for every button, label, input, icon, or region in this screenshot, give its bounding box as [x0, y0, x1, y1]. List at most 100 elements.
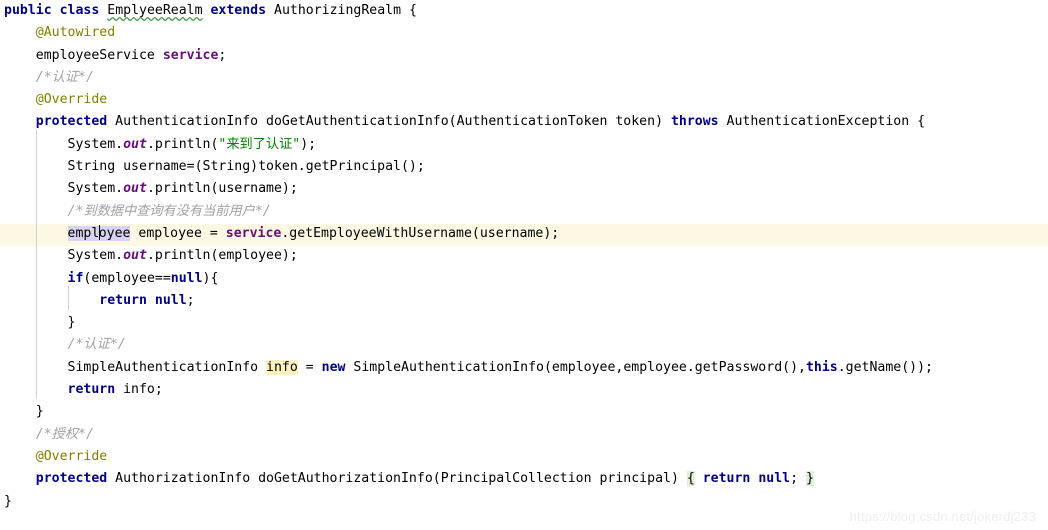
code-line[interactable]: @Override [0, 446, 1048, 468]
code-line[interactable]: return info; [0, 379, 1048, 401]
code-line[interactable]: System.out.println(employee); [0, 245, 1048, 267]
code-line[interactable]: if(employee==null){ [0, 268, 1048, 290]
code-line[interactable]: /*到数据中查询有没有当前用户*/ [0, 201, 1048, 223]
token-plain: ){ [202, 270, 219, 286]
code-line[interactable]: @Autowired [0, 22, 1048, 44]
token-plain: AuthenticationInfo doGetAuthenticationIn… [107, 114, 671, 130]
token-plain: AuthenticationException { [718, 114, 926, 130]
token-brace: } [806, 471, 814, 487]
token-kw: extends [210, 3, 267, 18]
token-kw: class [59, 3, 100, 18]
code-content[interactable]: public class EmplyeeRealm extends Author… [0, 0, 1048, 513]
code-line[interactable]: /*认证*/ [0, 67, 1048, 89]
code-line[interactable]: employee employee = service.getEmployeeW… [0, 223, 1048, 245]
code-line[interactable]: public class EmplyeeRealm extends Author… [0, 0, 1048, 22]
token-anno: @Override [35, 92, 108, 108]
token-cmt: /*认证*/ [35, 69, 94, 85]
token-plain: ; [790, 471, 799, 487]
code-line[interactable]: System.out.println("来到了认证"); [0, 134, 1048, 156]
token-kw: this [805, 359, 838, 375]
token-field: service [162, 47, 219, 63]
token-cmt: /*认证*/ [67, 337, 126, 353]
token-field: service [225, 225, 282, 241]
code-line[interactable]: employeeService service; [0, 45, 1048, 67]
token-plain: info; [115, 382, 163, 398]
token-plain: System. [67, 181, 124, 197]
token-plain: = [297, 359, 322, 375]
token-plain: .println( [146, 136, 219, 152]
token-plain: AuthorizationInfo doGetAuthorizationInfo… [107, 471, 687, 487]
code-editor[interactable]: public class EmplyeeRealm extends Author… [0, 0, 1048, 530]
token-kw: null [758, 471, 791, 487]
token-stfield: out [123, 136, 147, 152]
token-kw: public [4, 3, 52, 18]
token-kw: new [321, 359, 346, 375]
token-usage: info [266, 359, 298, 375]
code-line[interactable]: protected AuthenticationInfo doGetAuthen… [0, 111, 1048, 133]
token-plain: SimpleAuthenticationInfo [67, 359, 267, 375]
code-line[interactable]: } [0, 312, 1048, 334]
code-line[interactable]: protected AuthorizationInfo doGetAuthori… [0, 468, 1048, 490]
token-stfield: out [123, 248, 147, 264]
token-typo: EmplyeeRealm [107, 3, 203, 18]
token-anno: @Override [35, 448, 108, 464]
code-line[interactable]: } [0, 401, 1048, 423]
token-plain: } [67, 315, 76, 331]
token-plain: ; [218, 47, 227, 63]
code-line[interactable]: System.out.println(username); [0, 178, 1048, 200]
token-plain: employee = [130, 225, 226, 241]
token-brace: { [686, 471, 695, 487]
code-line[interactable]: @Override [0, 89, 1048, 111]
token-plain: ; [186, 292, 195, 308]
code-line[interactable]: SimpleAuthenticationInfo info = new Simp… [0, 357, 1048, 379]
code-line[interactable]: /*授权*/ [0, 424, 1048, 446]
token-kw: return [67, 382, 116, 398]
token-plain: AuthorizingRealm { [266, 3, 417, 18]
watermark-text: https://blog.csdn.net/jokerdj233 [849, 509, 1036, 524]
code-line[interactable]: /*认证*/ [0, 334, 1048, 356]
token-plain: (employee== [83, 270, 171, 286]
token-kw: null [154, 292, 187, 308]
token-kw: return [702, 471, 751, 487]
token-kw: protected [35, 114, 108, 130]
token-str: "来到了认证" [218, 136, 301, 152]
token-plain: } [4, 493, 12, 509]
token-plain: } [35, 404, 44, 420]
token-kw: if [67, 270, 84, 286]
code-line[interactable]: return null; [0, 290, 1048, 312]
token-plain: SimpleAuthenticationInfo(employee,employ… [345, 359, 806, 375]
token-plain: .println(employee); [146, 248, 298, 264]
token-kw: null [170, 270, 203, 286]
selected-identifier: employee [67, 224, 131, 241]
token-cmt: /*到数据中查询有没有当前用户*/ [67, 203, 271, 219]
token-plain: .getEmployeeWithUsername(username); [281, 225, 560, 241]
token-anno: @Autowired [35, 25, 116, 41]
token-plain: System. [67, 248, 124, 264]
code-line[interactable]: String username=(String)token.getPrincip… [0, 156, 1048, 178]
token-plain: String username=(String)token.getPrincip… [67, 159, 425, 175]
token-kw: return [99, 292, 147, 308]
token-stfield: out [123, 181, 147, 197]
token-kw: throws [670, 114, 719, 130]
token-plain: employeeService [35, 47, 163, 63]
token-plain: ); [300, 136, 317, 152]
